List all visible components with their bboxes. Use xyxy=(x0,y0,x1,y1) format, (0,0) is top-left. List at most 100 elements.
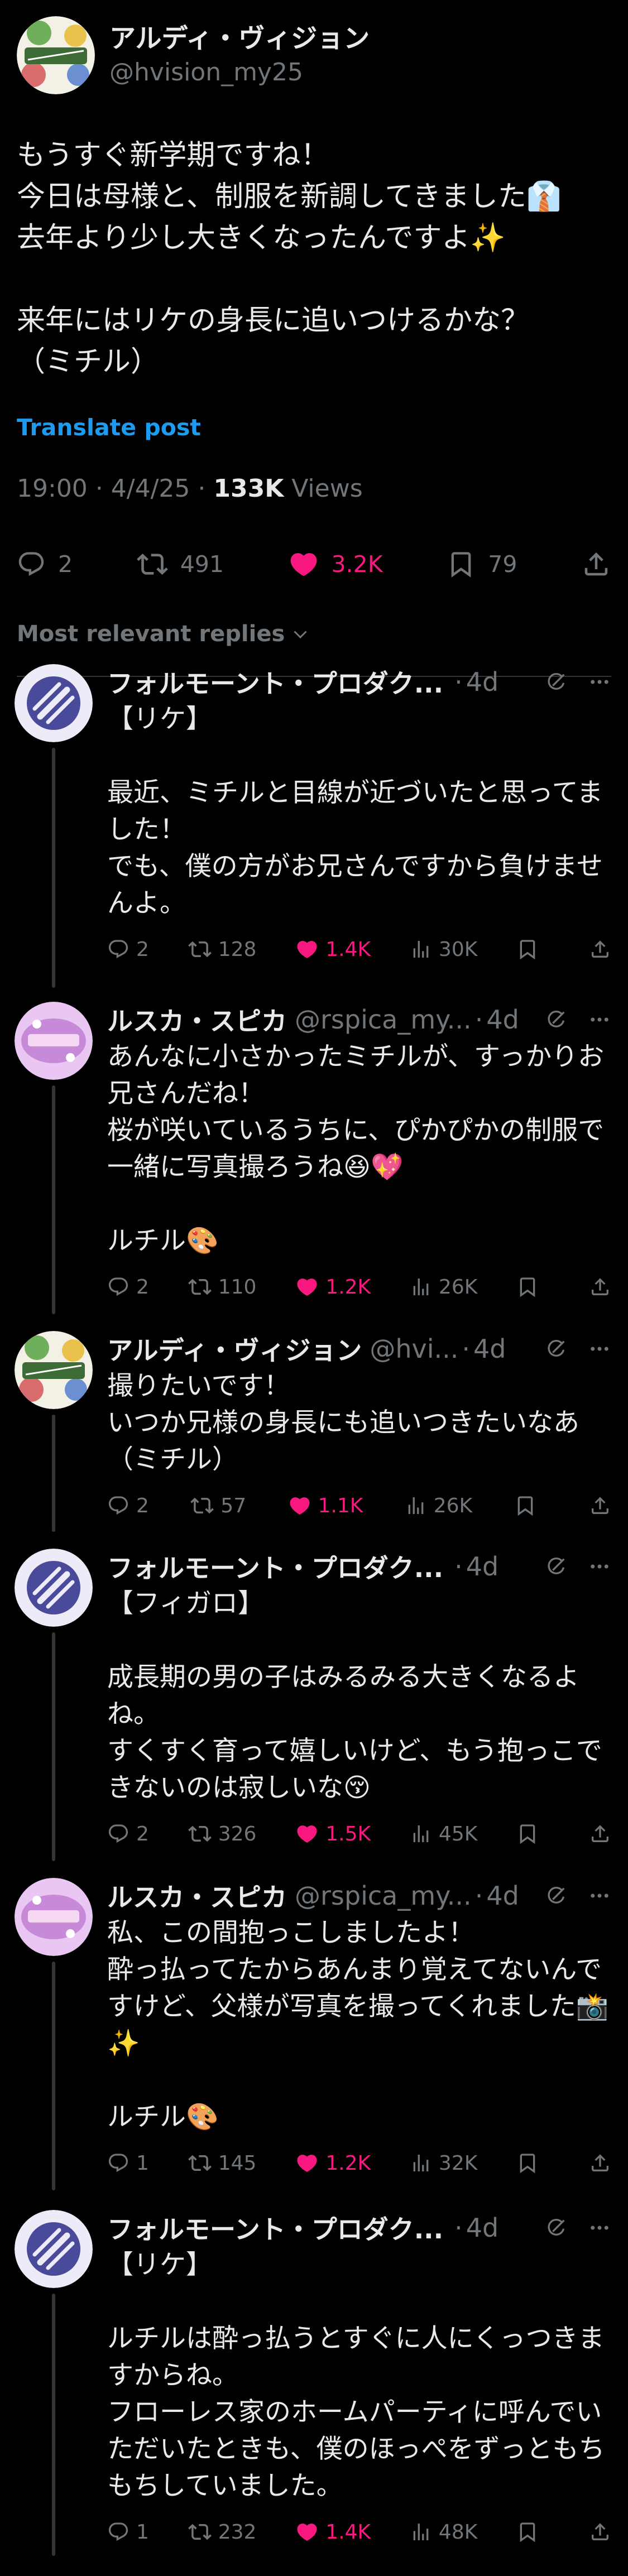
reply-button[interactable]: 1 xyxy=(107,2152,149,2175)
reply-item[interactable]: アルディ・ヴィジョン @hvi... · 4d 撮りたいです！ いつか兄様の身長… xyxy=(0,1331,628,1532)
more-icon[interactable] xyxy=(588,1555,611,1578)
grok-icon[interactable] xyxy=(545,1338,568,1360)
views-count: 26K xyxy=(438,1275,478,1299)
reply-display-name[interactable]: フォルモーント・プロダク... xyxy=(107,1548,443,1585)
author-names: アルディ・ヴィジョン @hvision_my25 xyxy=(109,22,370,89)
reply-time[interactable]: 4d xyxy=(466,2213,498,2243)
avatar[interactable] xyxy=(17,16,95,94)
grok-icon[interactable] xyxy=(545,671,568,693)
avatar[interactable] xyxy=(15,664,93,742)
like-button[interactable]: 1.2K xyxy=(295,1275,371,1299)
like-button[interactable]: 3.2K xyxy=(288,549,383,580)
more-icon[interactable] xyxy=(588,1337,611,1361)
like-button[interactable]: 1.5K xyxy=(295,1822,371,1846)
reply-button[interactable]: 2 xyxy=(17,550,73,579)
reply-time[interactable]: 4d xyxy=(486,1005,519,1035)
bookmark-button[interactable] xyxy=(516,2152,550,2174)
reply-button[interactable]: 2 xyxy=(107,1823,149,1846)
avatar[interactable] xyxy=(15,1331,93,1409)
translate-post-link[interactable]: Translate post xyxy=(17,414,611,441)
grok-icon[interactable] xyxy=(545,1885,568,1907)
share-button[interactable] xyxy=(589,1494,611,1517)
repost-button[interactable]: 110 xyxy=(188,1275,256,1299)
repost-button[interactable]: 128 xyxy=(188,938,256,961)
repost-button[interactable]: 326 xyxy=(188,1822,256,1846)
bookmark-button[interactable]: 79 xyxy=(447,550,517,579)
reply-display-name[interactable]: ルスカ・スピカ xyxy=(107,1001,287,1038)
reply-item[interactable]: ルスカ・スピカ @rspica_my... · 4d 私、この間抱っこしましたよ… xyxy=(0,1878,628,2190)
post-author[interactable]: アルディ・ヴィジョン @hvision_my25 xyxy=(17,0,611,106)
reply-display-name[interactable]: アルディ・ヴィジョン xyxy=(107,1330,362,1367)
reply-handle[interactable]: @rspica_my... xyxy=(295,1005,472,1035)
reply-button[interactable]: 2 xyxy=(107,938,149,961)
reply-handle[interactable]: @hvi... xyxy=(370,1334,458,1364)
thread-line xyxy=(52,1632,55,1861)
reply-time[interactable]: 4d xyxy=(466,1551,498,1582)
reply-display-name[interactable]: フォルモーント・プロダク... xyxy=(107,664,443,700)
display-name[interactable]: アルディ・ヴィジョン xyxy=(109,22,370,56)
share-button[interactable] xyxy=(589,1823,611,1845)
repost-button[interactable]: 232 xyxy=(188,2520,256,2544)
reply-icon xyxy=(17,550,46,579)
user-handle[interactable]: @hvision_my25 xyxy=(109,56,370,89)
reply-body: ルスカ・スピカ @rspica_my... · 4d 私、この間抱っこしましたよ… xyxy=(107,1878,611,2175)
grok-icon[interactable] xyxy=(545,2217,568,2239)
repost-button[interactable]: 145 xyxy=(188,2151,256,2175)
avatar[interactable] xyxy=(15,1002,93,1080)
reply-icon xyxy=(107,2152,130,2174)
share-button[interactable] xyxy=(589,2152,611,2174)
reply-button[interactable]: 2 xyxy=(107,1494,149,1517)
share-button[interactable] xyxy=(589,2521,611,2543)
views-count: 26K xyxy=(433,1494,473,1517)
reply-button[interactable]: 2 xyxy=(107,1276,149,1299)
more-icon[interactable] xyxy=(588,1884,611,1907)
bookmark-button[interactable] xyxy=(516,1823,550,1845)
views-button[interactable]: 48K xyxy=(410,2521,477,2544)
replies-sort-dropdown[interactable]: Most relevant replies xyxy=(17,609,611,659)
more-icon[interactable] xyxy=(588,1008,611,1031)
bookmark-button[interactable] xyxy=(516,938,550,960)
reply-handle[interactable]: @rspica_my... xyxy=(295,1881,472,1911)
views-button[interactable]: 32K xyxy=(410,2152,477,2175)
grok-icon[interactable] xyxy=(545,1008,568,1031)
bookmark-icon xyxy=(447,550,476,579)
more-icon[interactable] xyxy=(588,670,611,694)
more-icon[interactable] xyxy=(588,2216,611,2239)
reply-header: フォルモーント・プロダク... · 4d xyxy=(107,2210,611,2246)
bookmark-button[interactable] xyxy=(516,1276,550,1298)
bookmark-button[interactable] xyxy=(514,1494,548,1517)
repost-button[interactable]: 491 xyxy=(137,549,224,580)
views-button[interactable]: 26K xyxy=(410,1276,477,1299)
views-button[interactable]: 45K xyxy=(410,1823,477,1846)
repost-button[interactable]: 57 xyxy=(190,1494,246,1517)
like-button[interactable]: 1.4K xyxy=(295,938,371,961)
reply-display-name[interactable]: フォルモーント・プロダク... xyxy=(107,2209,443,2246)
like-count: 1.4K xyxy=(325,2520,371,2544)
views-button[interactable]: 26K xyxy=(405,1494,472,1517)
reply-body: アルディ・ヴィジョン @hvi... · 4d 撮りたいです！ いつか兄様の身長… xyxy=(107,1331,611,1517)
share-button[interactable] xyxy=(589,1276,611,1298)
share-button[interactable] xyxy=(581,549,611,579)
like-button[interactable]: 1.1K xyxy=(288,1494,363,1517)
views-button[interactable]: 30K xyxy=(410,938,477,961)
reply-time[interactable]: 4d xyxy=(473,1334,506,1364)
reply-time[interactable]: 4d xyxy=(486,1881,519,1911)
separator-dot: · xyxy=(454,1551,463,1582)
reply-item[interactable]: フォルモーント・プロダク... · 4d 【フィガロ】 成長期の男の子はみるみる… xyxy=(0,1548,628,1861)
share-button[interactable] xyxy=(589,938,611,960)
post-timestamp[interactable]: 19:00 · 4/4/25 · xyxy=(17,474,213,503)
views-icon xyxy=(410,938,432,960)
like-button[interactable]: 1.4K xyxy=(295,2520,371,2544)
reply-item[interactable]: フォルモーント・プロダク... · 4d 【リケ】 最近、ミチルと目線が近づいた… xyxy=(0,664,628,988)
reply-button[interactable]: 1 xyxy=(107,2521,149,2544)
avatar[interactable] xyxy=(15,2210,93,2288)
like-button[interactable]: 1.2K xyxy=(295,2151,371,2175)
avatar[interactable] xyxy=(15,1878,93,1956)
reply-item[interactable]: ルスカ・スピカ @rspica_my... · 4d あんなに小さかったミチルが… xyxy=(0,1001,628,1314)
bookmark-button[interactable] xyxy=(516,2521,550,2543)
reply-item[interactable]: フォルモーント・プロダク... · 4d 【リケ】 ルチルは酔っ払うとすぐに人に… xyxy=(0,2210,628,2556)
reply-time[interactable]: 4d xyxy=(466,667,498,697)
reply-display-name[interactable]: ルスカ・スピカ xyxy=(107,1877,287,1914)
avatar[interactable] xyxy=(15,1549,93,1627)
grok-icon[interactable] xyxy=(545,1555,568,1578)
